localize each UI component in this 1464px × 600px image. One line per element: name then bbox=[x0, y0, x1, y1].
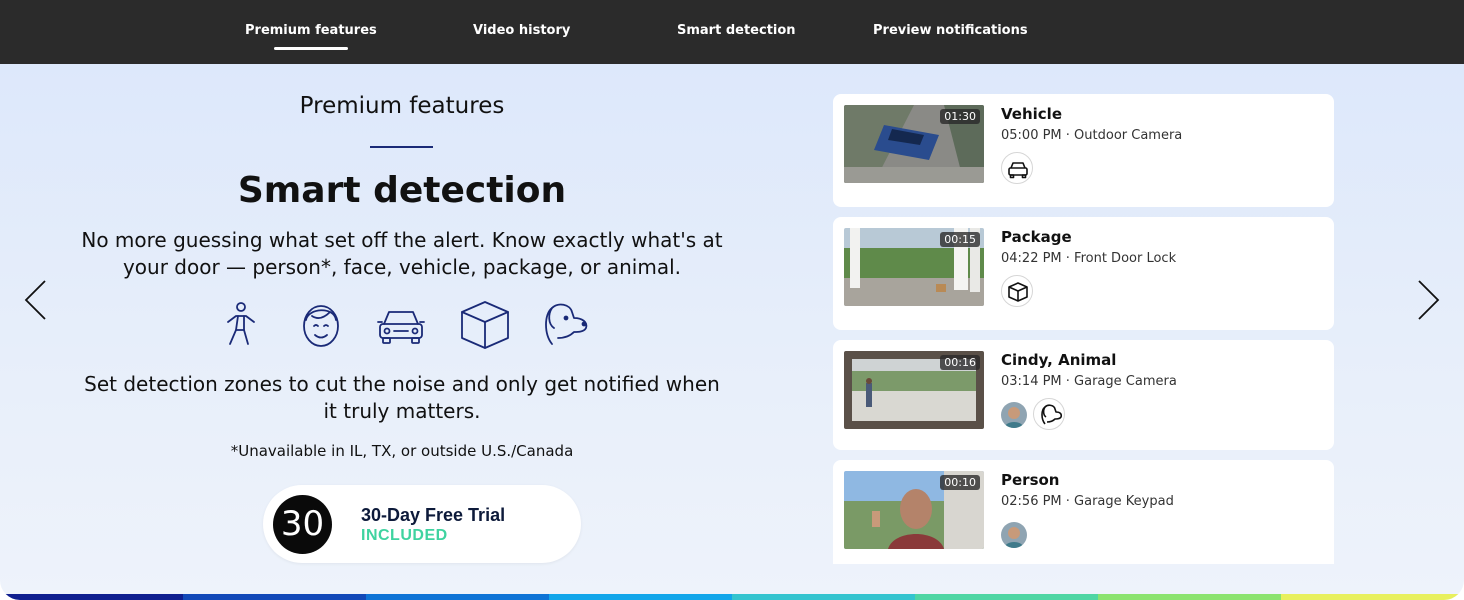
availability-footnote: *Unavailable in IL, TX, or outside U.S./… bbox=[230, 442, 574, 460]
animal-icon bbox=[538, 298, 592, 352]
trial-days-badge: 30 bbox=[273, 495, 332, 554]
feature-headline: Smart detection bbox=[237, 170, 567, 211]
zones-description: Set detection zones to cut the noise and… bbox=[84, 372, 720, 423]
tab-label: Smart detection bbox=[677, 23, 796, 38]
package-icon bbox=[1001, 275, 1033, 307]
face-icon bbox=[294, 298, 348, 352]
stripe-segment bbox=[915, 594, 1098, 600]
chevron-left-icon bbox=[24, 280, 46, 320]
video-duration: 00:10 bbox=[940, 475, 980, 490]
hero-section: Premium features Smart detection No more… bbox=[0, 64, 1464, 600]
tab-video-history[interactable]: Video history bbox=[473, 23, 570, 38]
event-title: Package bbox=[1001, 228, 1072, 246]
feature-description: No more guessing what set off the alert.… bbox=[81, 228, 723, 279]
event-card-package[interactable]: 00:15 Package 04:22 PM · Front Door Lock bbox=[833, 217, 1334, 330]
event-thumbnail: 00:10 bbox=[844, 471, 984, 549]
previous-slide-button[interactable] bbox=[23, 278, 51, 322]
tab-premium-features[interactable]: Premium features bbox=[245, 23, 377, 50]
top-nav: Premium features Video history Smart det… bbox=[0, 0, 1464, 64]
active-tab-underline bbox=[274, 47, 348, 50]
free-trial-pill: 30 30-Day Free Trial INCLUDED bbox=[263, 485, 581, 563]
section-eyebrow: Premium features bbox=[299, 93, 505, 119]
event-history-list: 01:30 Vehicle 05:00 PM · Outdoor Camera bbox=[833, 94, 1334, 564]
next-slide-button[interactable] bbox=[1413, 278, 1441, 322]
eyebrow-divider bbox=[370, 146, 433, 148]
event-thumbnail: 00:15 bbox=[844, 228, 984, 306]
stripe-segment bbox=[183, 594, 366, 600]
trial-included-label: INCLUDED bbox=[361, 527, 448, 544]
stripe-segment bbox=[0, 594, 183, 600]
package-icon bbox=[458, 298, 512, 352]
event-card-person[interactable]: 00:10 Person 02:56 PM · Garage Keypad bbox=[833, 460, 1334, 564]
event-title: Vehicle bbox=[1001, 105, 1062, 123]
trial-title: 30-Day Free Trial bbox=[361, 505, 506, 525]
event-meta: 03:14 PM · Garage Camera bbox=[1001, 374, 1177, 389]
event-card-cindy-animal[interactable]: 00:16 Cindy, Animal 03:14 PM · Garage Ca… bbox=[833, 340, 1334, 450]
tab-smart-detection[interactable]: Smart detection bbox=[677, 23, 796, 38]
tab-label: Video history bbox=[473, 23, 571, 38]
car-icon bbox=[1001, 152, 1033, 184]
event-meta: 02:56 PM · Garage Keypad bbox=[1001, 494, 1174, 509]
event-title: Person bbox=[1001, 471, 1060, 489]
event-card-vehicle[interactable]: 01:30 Vehicle 05:00 PM · Outdoor Camera bbox=[833, 94, 1334, 207]
stripe-segment bbox=[549, 594, 732, 600]
event-meta: 05:00 PM · Outdoor Camera bbox=[1001, 128, 1183, 143]
video-duration: 00:15 bbox=[940, 232, 980, 247]
person-icon bbox=[214, 298, 268, 352]
tab-label: Preview notifications bbox=[873, 23, 1028, 38]
stripe-segment bbox=[1281, 594, 1464, 600]
video-duration: 00:16 bbox=[940, 355, 980, 370]
stripe-segment bbox=[1098, 594, 1281, 600]
stripe-segment bbox=[732, 594, 915, 600]
video-duration: 01:30 bbox=[940, 109, 980, 124]
tab-preview-notifications[interactable]: Preview notifications bbox=[873, 23, 1028, 38]
event-title: Cindy, Animal bbox=[1001, 351, 1117, 369]
brand-color-stripe bbox=[0, 594, 1464, 600]
event-thumbnail: 01:30 bbox=[844, 105, 984, 183]
vehicle-icon bbox=[374, 298, 428, 352]
face-avatar bbox=[1001, 402, 1027, 428]
event-meta: 04:22 PM · Front Door Lock bbox=[1001, 251, 1177, 266]
tab-label: Premium features bbox=[245, 23, 377, 38]
chevron-right-icon bbox=[1418, 280, 1440, 320]
dog-icon bbox=[1033, 398, 1065, 430]
face-avatar bbox=[1001, 522, 1027, 548]
stripe-segment bbox=[366, 594, 549, 600]
event-thumbnail: 00:16 bbox=[844, 351, 984, 429]
